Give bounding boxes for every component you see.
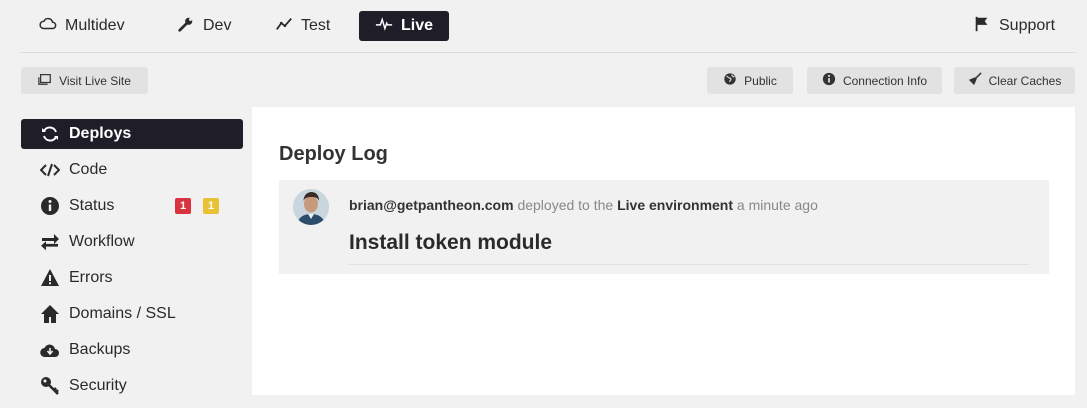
sidebar-item-label: Workflow <box>69 233 135 250</box>
flag-icon <box>973 15 991 38</box>
sidebar-item-label: Security <box>69 377 127 394</box>
warning-icon <box>39 268 61 288</box>
refresh-icon <box>39 124 61 144</box>
tab-label: Live <box>400 17 433 34</box>
tab-label: Dev <box>203 17 232 34</box>
wrench-icon <box>177 15 195 38</box>
sidebar-item-domains-ssl[interactable]: Domains / SSL <box>21 299 243 329</box>
sidebar-item-label: Domains / SSL <box>69 305 176 322</box>
status-error-badge: 1 <box>175 198 191 214</box>
deploy-log-entry: brian@getpantheon.com deployed to the Li… <box>279 180 1049 274</box>
deploy-user: brian@getpantheon.com <box>349 197 514 213</box>
clear-caches-button[interactable]: Clear Caches <box>954 67 1075 94</box>
environment-nav: Multidev Dev Test Live Support <box>21 0 1075 53</box>
deploy-time: a minute ago <box>736 197 818 213</box>
tab-label: Test <box>301 17 331 34</box>
sidebar-item-workflow[interactable]: Workflow <box>21 227 243 257</box>
divider <box>349 264 1029 265</box>
sidebar-item-code[interactable]: Code <box>21 155 243 185</box>
public-button[interactable]: Public <box>707 67 793 94</box>
line-chart-icon <box>275 15 293 38</box>
avatar <box>293 189 329 225</box>
sidebar-item-security[interactable]: Security <box>21 371 243 401</box>
sidebar-item-label: Status <box>69 197 115 214</box>
deploy-environment: Live environment <box>617 197 734 213</box>
cloud-icon <box>39 15 57 38</box>
globe-icon <box>723 72 737 89</box>
broom-icon <box>968 72 982 89</box>
deploy-action: deployed to the <box>517 197 614 213</box>
tab-label: Multidev <box>65 17 125 34</box>
commit-message: Install token module <box>349 231 553 254</box>
code-icon <box>39 160 61 180</box>
visit-live-site-button[interactable]: Visit Live Site <box>21 67 148 94</box>
sidebar-item-label: Errors <box>69 269 113 286</box>
button-label: Public <box>744 73 777 88</box>
tab-live[interactable]: Live <box>359 11 449 41</box>
connection-info-button[interactable]: Connection Info <box>807 67 942 94</box>
support-label: Support <box>999 17 1056 34</box>
page-title: Deploy Log <box>279 143 388 165</box>
support-link[interactable]: Support <box>961 11 1067 41</box>
sidebar-item-label: Backups <box>69 341 131 358</box>
sidebar-item-label: Deploys <box>69 125 132 142</box>
info-icon <box>39 196 61 216</box>
button-label: Clear Caches <box>988 73 1062 88</box>
tab-multidev[interactable]: Multidev <box>27 11 137 41</box>
tab-dev[interactable]: Dev <box>165 11 243 41</box>
window-icon <box>38 72 52 89</box>
sidebar-item-status[interactable]: Status 1 1 <box>21 191 243 221</box>
status-warning-badge: 1 <box>203 198 219 214</box>
deploy-summary: brian@getpantheon.com deployed to the Li… <box>349 197 818 213</box>
info-icon <box>822 72 836 89</box>
cloud-download-icon <box>39 340 61 360</box>
deploy-log-panel: Deploy Log brian@getpantheon.com deploye… <box>252 107 1075 395</box>
sidebar-item-label: Code <box>69 161 108 178</box>
button-label: Visit Live Site <box>59 73 131 88</box>
button-label: Connection Info <box>842 73 928 88</box>
sidebar-item-errors[interactable]: Errors <box>21 263 243 293</box>
arrows-icon <box>39 232 61 252</box>
sidebar-item-deploys[interactable]: Deploys <box>21 119 243 149</box>
sidebar: Deploys Code Status 1 1 Workflow Errors … <box>21 119 243 407</box>
key-icon <box>39 376 61 396</box>
tab-test[interactable]: Test <box>263 11 342 41</box>
pulse-icon <box>375 15 393 38</box>
sidebar-item-backups[interactable]: Backups <box>21 335 243 365</box>
home-icon <box>39 304 61 324</box>
